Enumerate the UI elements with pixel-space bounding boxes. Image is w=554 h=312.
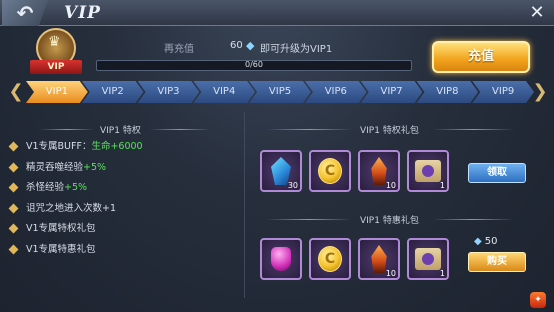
bullet-icon [8,162,19,172]
close-button[interactable]: ✕ [524,1,550,25]
bullet-icon [8,141,19,152]
vip-emblem: ♛ VIP [30,28,82,78]
pack-price: ◆ 50 [474,236,497,247]
privilege-text: V1专属BUFF： [26,141,92,152]
privilege-text: 诅咒之地进入次数+1 [26,202,117,214]
tab-left-arrow-icon[interactable]: ❮ [8,80,24,104]
vip-tabs: VIP1 VIP2 VIP3 VIP4 VIP5 VIP6 VIP7 VIP8 VIP9 [26,81,528,103]
tab-vip3[interactable]: VIP3 [138,81,200,103]
privilege-item: 精灵吞噬经验+5% [8,159,107,173]
recharge-suffix: 即可升级为VIP1 [260,44,333,55]
divider-line [40,129,94,130]
privilege-text: 精灵吞噬经验 [26,161,84,173]
bullet-icon [8,203,19,213]
item-count: 30 [287,181,298,190]
gold-coin-icon: C [318,158,342,184]
gold-coin-icon: C [318,246,342,272]
back-arrow-icon: ↶ [16,1,34,25]
privilege-item: V1专属特惠礼包 [8,241,96,255]
tab-vip4[interactable]: VIP4 [193,81,255,103]
item-count: 1 [439,269,445,278]
divider-line [266,129,352,130]
tab-vip6[interactable]: VIP6 [305,81,367,103]
divider-line [150,129,210,130]
divider-line [432,219,514,220]
bullet-icon [8,223,19,234]
buy-button[interactable]: 购买 [468,252,526,272]
claim-button[interactable]: 领取 [468,163,526,183]
item-icon-wrap: C [311,240,349,278]
tab-vip9[interactable]: VIP9 [472,81,534,103]
privileges-title: VIP1 特权 [100,126,141,136]
item-count: 1 [439,181,445,190]
diamond-icon: ◆ [474,236,482,247]
tab-vip2[interactable]: VIP2 [82,81,144,103]
page-title: VIP [64,3,101,23]
emblem-ribbon: VIP [30,60,82,74]
privilege-item: 杀怪经验+5% [8,179,88,193]
price-value: 50 [484,236,498,247]
reward-item-slot[interactable]: 1 [407,150,449,192]
app-badge-icon: ✦ [530,292,546,308]
privilege-item: 诅咒之地进入次数+1 [8,200,117,214]
privilege-bonus: +5% [83,161,107,173]
title-bar: ↶ VIP ✕ [0,0,554,26]
bullet-icon [8,182,19,193]
privilege-bonus: 生命+6000 [91,141,143,152]
reward-item-slot[interactable]: C [309,238,351,280]
recharge-prefix: 再充值 [164,44,194,55]
privilege-bonus: +5% [64,182,88,193]
magic-scroll-icon [415,248,441,270]
privilege-text: V1专属特惠礼包 [26,243,96,255]
crown-icon: ♛ [48,34,61,50]
privilege-text: 杀怪经验 [26,182,65,193]
bullet-icon [8,244,19,254]
tab-vip8[interactable]: VIP8 [416,81,478,103]
tab-vip5[interactable]: VIP5 [249,81,311,103]
reward-item-slot[interactable]: 10 [358,238,400,280]
discount-pack-title: VIP1 特惠礼包 [360,216,419,226]
privilege-pack-title: VIP1 特权礼包 [360,126,419,136]
divider-line [266,219,352,220]
item-count: 10 [385,269,396,278]
privilege-item: V1专属特权礼包 [8,220,96,234]
reward-item-slot[interactable]: 10 [358,150,400,192]
progress-text: 0/60 [245,60,263,69]
reward-item-slot[interactable] [260,238,302,280]
item-icon-wrap [262,240,300,278]
vip-tab-bar: ❮ VIP1 VIP2 VIP3 VIP4 VIP5 VIP6 VIP7 VIP8 VIP9 ❯ [8,80,548,104]
vip-progress-bar: 0/60 [96,60,412,71]
back-button[interactable]: ↶ [2,0,48,26]
item-count: 10 [385,181,396,190]
diamond-icon: ◆ [246,39,255,52]
item-icon-wrap: C [311,152,349,190]
magic-scroll-icon [415,160,441,182]
recharge-info: 再充值 60 ◆ 即可升级为VIP1 [164,39,332,55]
divider-line [432,129,514,130]
close-icon: ✕ [529,2,545,23]
pink-gem-pouch-icon [271,247,291,271]
privilege-item: V1专属BUFF：生命+6000 [8,138,143,152]
tab-right-arrow-icon[interactable]: ❯ [532,80,548,104]
privilege-text: V1专属特权礼包 [26,223,96,234]
reward-item-slot[interactable]: 1 [407,238,449,280]
panel-divider [244,112,245,298]
reward-item-slot[interactable]: 30 [260,150,302,192]
topup-button[interactable]: 充值 [432,41,530,73]
reward-item-slot[interactable]: C [309,150,351,192]
tab-vip1[interactable]: VIP1 [26,81,88,103]
tab-vip7[interactable]: VIP7 [361,81,423,103]
recharge-amount: 60 [230,40,243,51]
